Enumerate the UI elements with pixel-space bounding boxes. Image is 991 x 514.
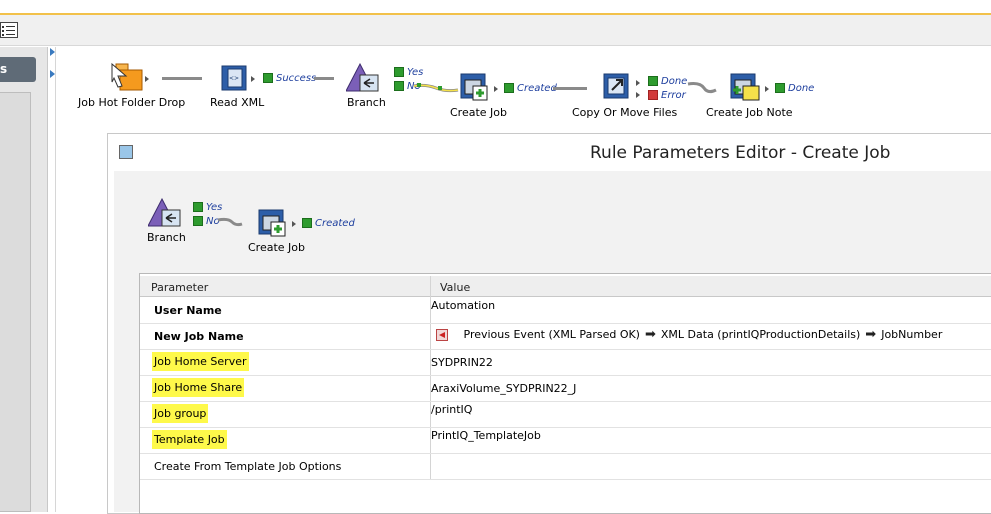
check-icon: [394, 67, 404, 77]
param-name: Job Home Server: [152, 352, 249, 371]
connector-curve: [687, 82, 717, 94]
param-value[interactable]: /printIQ: [431, 403, 472, 416]
copy-files-icon[interactable]: [602, 72, 636, 104]
status-done: Done: [648, 76, 687, 87]
node-label: Branch: [347, 96, 386, 109]
output-port-icon: [765, 86, 769, 92]
job-note-icon[interactable]: [729, 72, 765, 104]
image-icon: [119, 145, 133, 159]
node-label: Branch: [147, 231, 186, 244]
param-name: User Name: [154, 304, 222, 317]
check-icon: [394, 81, 404, 91]
create-job-icon[interactable]: [257, 208, 291, 240]
table-row[interactable]: [140, 427, 991, 454]
node-label: Create Job Note: [706, 106, 793, 119]
node-label: Read XML: [210, 96, 265, 109]
previous-event-icon: [436, 329, 448, 341]
check-icon: [193, 202, 203, 212]
connector-curve: [217, 217, 243, 227]
status-yes: Yes: [193, 202, 222, 213]
error-icon: [648, 90, 658, 100]
editor-title: Rule Parameters Editor - Create Job: [590, 143, 891, 163]
table-row[interactable]: [140, 401, 991, 428]
connector-curve: [413, 83, 459, 93]
param-value[interactable]: Automation: [431, 299, 495, 312]
param-value[interactable]: PrintIQ_TemplateJob: [431, 429, 541, 442]
create-job-icon[interactable]: [459, 72, 493, 104]
status-created: Created: [504, 83, 557, 94]
param-name: Job group: [152, 404, 209, 423]
output-port-icon: [636, 80, 640, 86]
param-value[interactable]: AraxiVolume_SYDPRIN22_J: [431, 382, 576, 395]
table-header: [140, 276, 991, 297]
param-name: Template Job: [152, 430, 227, 449]
xml-document-icon[interactable]: <>: [220, 64, 250, 94]
status-success: Success: [263, 73, 316, 84]
param-value[interactable]: SYDPRIN22: [431, 356, 493, 369]
status-done: Done: [775, 83, 814, 94]
output-port-icon: [494, 86, 498, 92]
svg-text:<>: <>: [229, 75, 239, 82]
node-label: Job Hot Folder Drop: [78, 96, 186, 109]
param-name: Create From Template Job Options: [154, 460, 342, 473]
output-port-icon: [145, 76, 149, 82]
hot-folder-icon[interactable]: [110, 62, 146, 94]
status-yes: Yes: [394, 67, 423, 78]
connector: [162, 77, 202, 80]
check-icon: [648, 76, 658, 86]
branch-icon[interactable]: [346, 63, 380, 95]
check-icon: [263, 73, 273, 83]
output-port-icon: [636, 92, 640, 98]
arrow-right-icon: ➡: [865, 327, 877, 342]
check-icon: [302, 218, 312, 228]
node-label: Create Job: [248, 241, 306, 254]
connector: [314, 77, 334, 80]
connector: [553, 87, 587, 90]
param-name: Job Home Share: [152, 378, 245, 397]
check-icon: [775, 83, 785, 93]
column-header-value[interactable]: Value: [440, 281, 470, 294]
param-value[interactable]: Previous Event (XML Parsed OK) ➡ XML Data …: [436, 327, 942, 342]
left-panel-list: [0, 92, 31, 512]
node-label: Copy Or Move Files: [572, 106, 678, 119]
panel-divider: [55, 47, 56, 512]
check-icon: [504, 83, 514, 93]
arrow-right-icon: ➡: [644, 327, 656, 342]
param-name: New Job Name: [154, 330, 244, 343]
list-view-icon[interactable]: [0, 22, 18, 38]
node-label: Create Job: [450, 106, 508, 119]
branch-icon[interactable]: [148, 198, 182, 230]
status-created: Created: [302, 218, 355, 229]
toolbar: [0, 15, 991, 46]
output-port-icon: [251, 76, 255, 82]
column-header-parameter[interactable]: Parameter: [151, 281, 208, 294]
left-panel-tab[interactable]: s: [0, 57, 36, 82]
output-port-icon: [292, 221, 296, 227]
table-row[interactable]: [140, 349, 991, 376]
table-row[interactable]: [140, 297, 991, 324]
status-error: Error: [648, 90, 686, 101]
check-icon: [193, 216, 203, 226]
